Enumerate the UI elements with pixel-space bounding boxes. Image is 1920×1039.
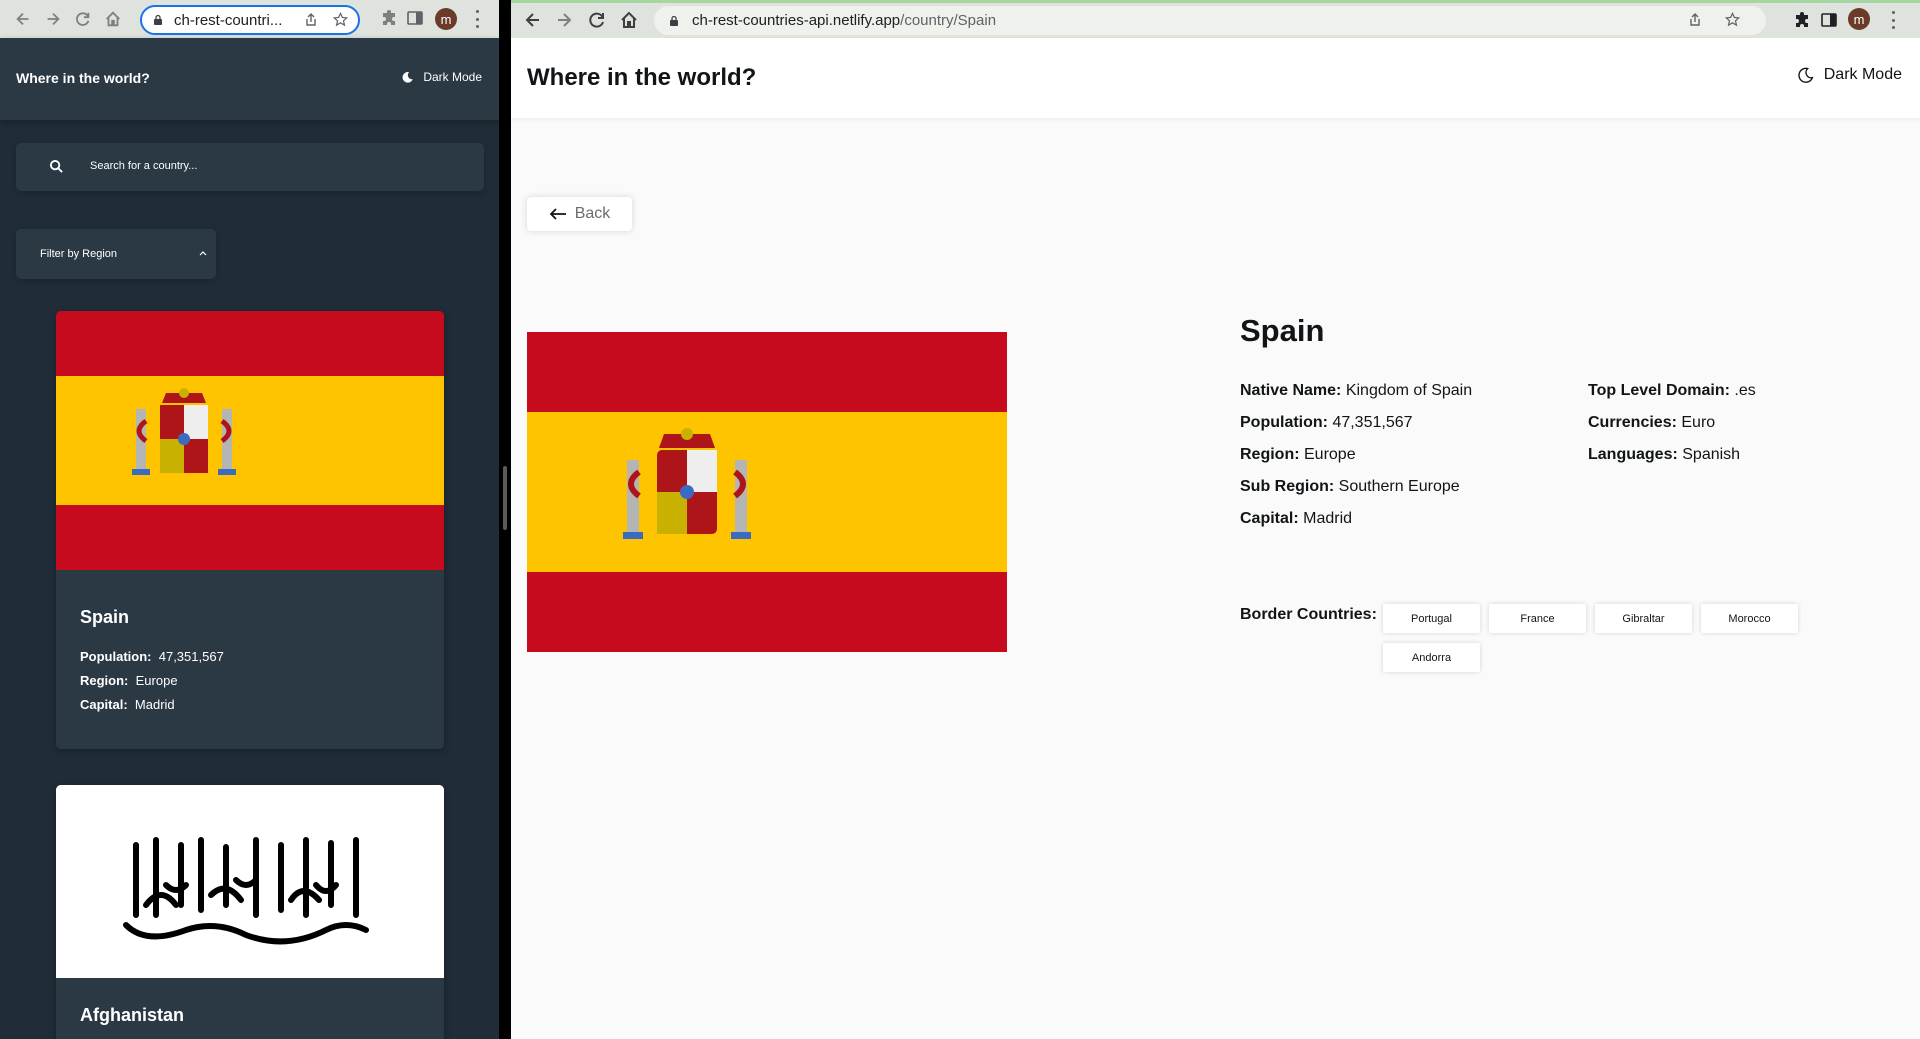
arrow-left-icon: [549, 208, 566, 220]
population-label: Population:: [80, 649, 152, 664]
country-name-heading: Spain: [1240, 313, 1325, 348]
tld-label: Top Level Domain:: [1588, 382, 1730, 399]
left-region-filter[interactable]: Filter by Region: [16, 229, 216, 279]
reload-icon[interactable]: [587, 10, 607, 30]
capital-value: Madrid: [134, 697, 175, 712]
native-name-value: Kingdom of Spain: [1345, 382, 1473, 399]
browser-menu-icon[interactable]: [1890, 11, 1896, 29]
share-icon[interactable]: [1688, 13, 1702, 27]
country-card-spain[interactable]: Spain Population: 47,351,567 Region: Eur…: [56, 311, 444, 749]
region-value: Europe: [1304, 446, 1356, 463]
capital-label: Capital:: [80, 697, 128, 712]
home-icon[interactable]: [100, 6, 126, 32]
left-search-input[interactable]: Search for a country...: [16, 143, 484, 191]
right-address-bar[interactable]: ch-rest-countries-api.netlify.app/countr…: [654, 6, 1766, 35]
back-label: Back: [574, 205, 611, 222]
card-country-name: Spain: [80, 607, 130, 627]
languages-label: Languages:: [1588, 446, 1678, 463]
dark-mode-toggle[interactable]: Dark Mode: [1797, 66, 1902, 84]
left-dark-mode-toggle[interactable]: Dark Mode: [401, 70, 482, 84]
profile-avatar[interactable]: m: [435, 8, 457, 30]
spain-flag-large: [527, 332, 1007, 652]
side-panel-icon[interactable]: [1820, 11, 1838, 29]
country-details-secondary: Top Level Domain: .es Currencies: Euro L…: [1588, 375, 1756, 471]
screen: ch-rest-countri... m Where in the world?…: [0, 0, 1920, 1039]
side-panel-icon[interactable]: [406, 9, 424, 27]
left-url-text: ch-rest-countri...: [174, 11, 283, 29]
capital-label: Capital:: [1240, 510, 1299, 527]
dark-mode-label: Dark Mode: [1823, 66, 1902, 83]
spain-flag-image: [56, 311, 444, 570]
currencies-value: Euro: [1681, 414, 1716, 431]
search-icon: [49, 159, 63, 173]
bookmark-star-icon[interactable]: [333, 12, 348, 27]
capital-value: Madrid: [1303, 510, 1353, 527]
currencies-label: Currencies:: [1588, 414, 1677, 431]
right-app-header: Where in the world? Dark Mode: [511, 38, 1920, 118]
moon-icon: [1798, 67, 1814, 83]
region-label: Region:: [1240, 446, 1300, 463]
card-facts: Population: 47,351,567 Region: Europe Ca…: [80, 645, 224, 717]
browser-menu-icon[interactable]: [474, 10, 480, 28]
border-country-chip[interactable]: France: [1489, 604, 1586, 633]
left-browser-toolbar: ch-rest-countri... m: [0, 0, 499, 38]
lock-icon: [670, 15, 678, 26]
country-details-primary: Native Name: Kingdom of Spain Population…: [1240, 375, 1472, 535]
population-value: 47,351,567: [158, 649, 224, 664]
right-browser-toolbar: ch-rest-countries-api.netlify.app/countr…: [511, 0, 1920, 38]
country-card-afghanistan[interactable]: Afghanistan: [56, 785, 444, 1039]
card-country-name: Afghanistan: [80, 1005, 185, 1025]
left-app-header: Where in the world? Dark Mode: [0, 38, 499, 120]
border-country-chip[interactable]: Morocco: [1701, 604, 1798, 633]
sub-region-label: Sub Region:: [1240, 478, 1335, 495]
extensions-puzzle-icon[interactable]: [1793, 11, 1811, 29]
back-button[interactable]: Back: [527, 197, 632, 231]
reload-icon[interactable]: [70, 6, 96, 32]
moon-icon: [402, 71, 414, 83]
forward-arrow-icon[interactable]: [554, 10, 574, 30]
region-value: Europe: [135, 673, 178, 688]
dark-mode-label: Dark Mode: [423, 70, 482, 84]
border-country-chip[interactable]: Portugal: [1383, 604, 1480, 633]
lock-icon: [154, 14, 162, 25]
home-icon[interactable]: [619, 10, 639, 30]
population-label: Population:: [1240, 414, 1328, 431]
back-arrow-icon[interactable]: [10, 6, 36, 32]
left-address-bar[interactable]: ch-rest-countri...: [140, 5, 360, 35]
app-title: Where in the world?: [527, 64, 757, 91]
window-divider[interactable]: [499, 0, 511, 1039]
region-label: Region:: [80, 673, 129, 688]
sub-region-value: Southern Europe: [1338, 478, 1460, 495]
bookmark-star-icon[interactable]: [1725, 12, 1740, 27]
border-countries-label: Border Countries:: [1240, 606, 1377, 623]
url-path: /country/Spain: [900, 12, 997, 29]
tld-value: .es: [1734, 382, 1756, 399]
native-name-label: Native Name:: [1240, 382, 1342, 399]
right-browser-window: ch-rest-countries-api.netlify.app/countr…: [511, 0, 1920, 1039]
border-country-chip[interactable]: Andorra: [1383, 643, 1480, 672]
left-browser-window: ch-rest-countri... m Where in the world?…: [0, 0, 499, 1039]
resize-handle[interactable]: [503, 466, 507, 530]
left-app-title: Where in the world?: [16, 70, 150, 86]
border-country-chip[interactable]: Gibraltar: [1595, 604, 1692, 633]
share-icon[interactable]: [304, 13, 318, 27]
url-host: ch-rest-countries-api.netlify.app: [692, 12, 901, 29]
population-value: 47,351,567: [1332, 414, 1413, 431]
afghanistan-flag-image: [56, 785, 444, 978]
extensions-puzzle-icon[interactable]: [380, 9, 398, 27]
chevron-up-icon: [199, 251, 207, 256]
profile-avatar[interactable]: m: [1848, 8, 1870, 30]
forward-arrow-icon[interactable]: [40, 6, 66, 32]
back-arrow-icon[interactable]: [523, 10, 543, 30]
filter-label: Filter by Region: [40, 248, 118, 260]
search-placeholder: Search for a country...: [90, 160, 198, 172]
languages-value: Spanish: [1682, 446, 1741, 463]
